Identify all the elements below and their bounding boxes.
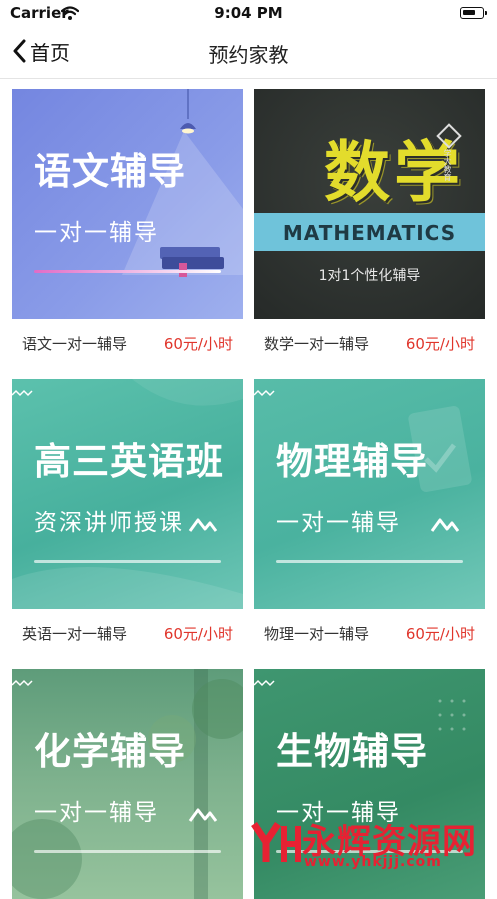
navigation-bar: 首页 预约家教 — [0, 26, 497, 79]
subject-band-text: MATHEMATICS — [282, 221, 457, 245]
thumbnail-subtitle: 1对1个性化辅导 — [318, 268, 421, 284]
course-price: 60元/小时 — [405, 625, 475, 643]
thumbnail-divider — [34, 560, 221, 563]
zigzag-icon — [12, 679, 33, 687]
chevron-left-icon — [13, 39, 26, 63]
subject-band: MATHEMATICS — [254, 213, 485, 251]
watermark-logo-icon — [251, 822, 301, 862]
thumbnail-subtitle: 资深讲师授课 — [34, 510, 184, 536]
thumbnail-title: 化学辅导 — [34, 730, 186, 773]
back-button[interactable]: 首页 — [12, 36, 70, 66]
watermark: 永辉资源网 www.yhkjjj.com — [250, 818, 477, 870]
course-name: 数学一对一辅导 — [264, 335, 370, 353]
zigzag-icon — [254, 389, 275, 397]
brand-logo-text: 学大教育 — [443, 149, 452, 181]
clock: 9:04 PM — [214, 4, 283, 22]
course-name: 物理一对一辅导 — [264, 625, 370, 643]
forest-illustration — [12, 669, 243, 899]
course-thumbnail: 高三英语班 资深讲师授课 — [12, 379, 243, 609]
zigzag-icon — [12, 389, 33, 397]
course-name: 语文一对一辅导 — [22, 335, 128, 353]
thumbnail-title: 物理辅导 — [276, 440, 428, 483]
zigzag-icon — [254, 679, 275, 687]
back-label: 首页 — [30, 40, 70, 65]
course-caption: 语文一对一辅导 60元/小时 — [12, 333, 243, 354]
thumbnail-divider — [34, 270, 221, 273]
thumbnail-divider — [276, 560, 463, 563]
mountain-icon — [188, 518, 218, 532]
course-caption: 物理一对一辅导 60元/小时 — [254, 623, 485, 644]
thumbnail-title: 高三英语班 — [34, 440, 224, 483]
thumbnail-title: 生物辅导 — [276, 730, 428, 773]
wave-decoration — [12, 379, 243, 609]
lamp-light-illustration — [122, 89, 243, 277]
course-caption: 英语一对一辅导 60元/小时 — [12, 623, 243, 644]
course-thumbnail: 语文辅导 一对一辅导 — [12, 89, 243, 319]
watermark-url: www.yhkjjj.com — [304, 854, 442, 870]
clipboard-illustration — [408, 406, 472, 492]
course-thumbnail: 物理辅导 一对一辅导 — [254, 379, 485, 609]
thumbnail-divider — [34, 850, 221, 853]
course-name: 英语一对一辅导 — [22, 625, 128, 643]
course-price: 60元/小时 — [405, 335, 475, 353]
course-thumbnail: 数学 学大教育 MATHEMATICS 1对1个性化辅导 — [254, 89, 485, 319]
thumbnail-subtitle: 一对一辅导 — [276, 510, 401, 536]
thumbnail-title: 语文辅导 — [34, 150, 186, 193]
mountain-icon — [188, 808, 218, 822]
status-bar: Carrier 9:04 PM — [0, 0, 497, 26]
thumbnail-subtitle: 一对一辅导 — [34, 220, 159, 246]
mountain-icon — [430, 518, 460, 532]
course-price: 60元/小时 — [163, 335, 233, 353]
course-caption: 数学一对一辅导 60元/小时 — [254, 333, 485, 354]
course-price: 60元/小时 — [163, 625, 233, 643]
thumbnail-subtitle: 一对一辅导 — [34, 800, 159, 826]
battery-icon — [460, 7, 487, 19]
course-thumbnail: 化学辅导 一对一辅导 — [12, 669, 243, 899]
page-title: 预约家教 — [208, 43, 289, 67]
